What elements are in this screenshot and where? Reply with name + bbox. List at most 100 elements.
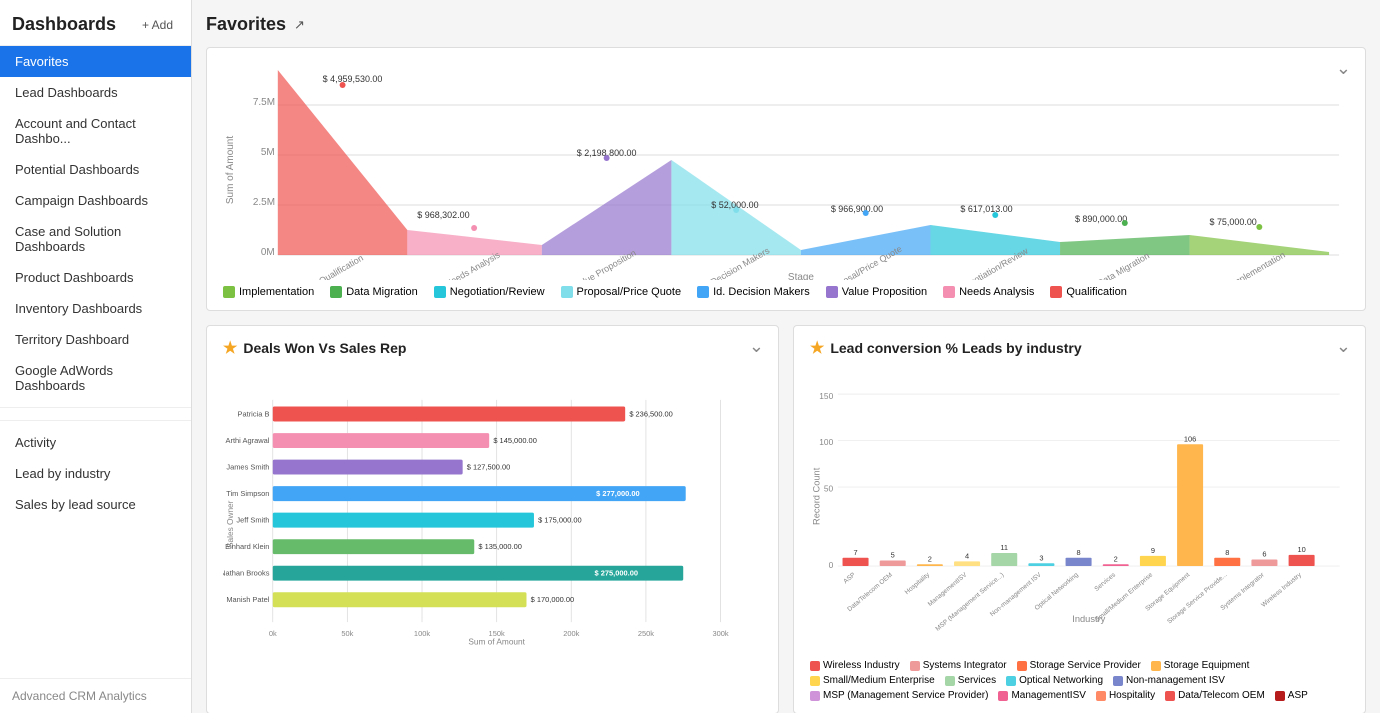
sidebar-divider2 (0, 420, 191, 421)
svg-text:$ 4,959,530.00: $ 4,959,530.00 (323, 74, 383, 84)
funnel-card: ⌄ Sum of Amount 0M 2.5M 5M 7.5M (206, 47, 1366, 311)
funnel-chart: Sum of Amount 0M 2.5M 5M 7.5M (223, 60, 1349, 280)
lc-legend-item: Hospitality (1096, 690, 1155, 701)
lc-legend-item: Non-management ISV (1113, 675, 1225, 686)
svg-text:150: 150 (819, 391, 833, 401)
svg-text:$ 966,900.00: $ 966,900.00 (831, 204, 883, 214)
svg-text:Sum of Amount: Sum of Amount (468, 637, 525, 647)
sidebar: Dashboards + Add FavoritesLead Dashboard… (0, 0, 192, 713)
deals-card: ★ Deals Won Vs Sales Rep ⌄ Sales Owner 0… (206, 325, 779, 713)
svg-text:Sales Owner: Sales Owner (225, 500, 235, 548)
svg-text:Patricia B: Patricia B (238, 409, 270, 418)
sidebar-item-product[interactable]: Product Dashboards (0, 262, 191, 293)
deals-collapse-icon[interactable]: ⌄ (749, 336, 764, 357)
lead-conv-star-icon: ★ (810, 338, 824, 358)
sidebar-item-inventory[interactable]: Inventory Dashboards (0, 293, 191, 324)
svg-text:Qualification: Qualification (317, 253, 365, 280)
svg-text:$ 275,000.00: $ 275,000.00 (594, 569, 638, 578)
external-link-icon[interactable]: ↗ (294, 17, 305, 33)
svg-text:11: 11 (1000, 543, 1008, 552)
svg-text:Hospitality: Hospitality (904, 571, 932, 596)
svg-text:Manish Patel: Manish Patel (226, 595, 269, 604)
svg-text:$ 145,000.00: $ 145,000.00 (493, 436, 537, 445)
legend-item-qualification: Qualification (1050, 286, 1127, 298)
deals-title-text: Deals Won Vs Sales Rep (243, 340, 406, 356)
svg-text:2: 2 (928, 554, 932, 563)
legend-item-id.-decision-makers: Id. Decision Makers (697, 286, 810, 298)
svg-text:James Smith: James Smith (226, 463, 269, 472)
page-title: Favorites (206, 14, 286, 35)
lc-legend-item: Data/Telecom OEM (1165, 690, 1265, 701)
sidebar-item-sales-lead-source[interactable]: Sales by lead source (0, 489, 191, 520)
svg-text:Sum of Amount: Sum of Amount (225, 136, 236, 205)
sidebar-item-case-solution[interactable]: Case and Solution Dashboards (0, 216, 191, 262)
deals-chart: Sales Owner 0k 50k 100k 150k 200k 250k 3… (223, 366, 762, 666)
lead-conv-chart: Record Count 150 100 50 0 7 (810, 366, 1349, 656)
svg-text:106: 106 (1184, 435, 1196, 444)
sidebar-nav: FavoritesLead DashboardsAccount and Cont… (0, 46, 191, 401)
lc-legend-item: ManagementISV (998, 690, 1086, 701)
lead-conv-legend: Wireless Industry Systems Integrator Stora… (810, 660, 1349, 701)
svg-text:$ 175,000.00: $ 175,000.00 (538, 516, 582, 525)
svg-text:0k: 0k (269, 629, 277, 638)
svg-text:Nathan Brooks: Nathan Brooks (223, 569, 270, 578)
sidebar-section2: ActivityLead by industrySales by lead so… (0, 414, 191, 520)
sidebar-item-territory[interactable]: Territory Dashboard (0, 324, 191, 355)
sidebar-item-potential[interactable]: Potential Dashboards (0, 154, 191, 185)
funnel-legend: ImplementationData MigrationNegotiation/… (223, 286, 1349, 298)
legend-item-implementation: Implementation (223, 286, 314, 298)
svg-text:6: 6 (1262, 550, 1266, 559)
svg-text:8: 8 (1225, 548, 1229, 557)
svg-text:50k: 50k (341, 629, 353, 638)
sidebar-item-google-adwords[interactable]: Google AdWords Dashboards (0, 355, 191, 401)
svg-text:0M: 0M (261, 247, 275, 258)
add-dashboard-button[interactable]: + Add (136, 16, 179, 34)
sidebar-item-activity[interactable]: Activity (0, 427, 191, 458)
svg-text:4: 4 (965, 552, 969, 561)
svg-text:0: 0 (829, 560, 834, 570)
svg-text:MSP (Management Service...): MSP (Management Service...) (934, 572, 1005, 633)
sidebar-item-favorites[interactable]: Favorites (0, 46, 191, 77)
svg-text:$ 968,302.00: $ 968,302.00 (417, 210, 469, 220)
svg-text:300k: 300k (712, 629, 728, 638)
svg-text:$ 236,500.00: $ 236,500.00 (629, 409, 673, 418)
svg-text:Tim Simpson: Tim Simpson (226, 489, 269, 498)
sidebar-footer: Advanced CRM Analytics (0, 678, 191, 713)
svg-text:8: 8 (1077, 548, 1081, 557)
svg-text:Storage Service Provide...: Storage Service Provide... (1166, 571, 1228, 625)
svg-text:$ 617,013.00: $ 617,013.00 (960, 204, 1012, 214)
svg-text:$ 75,000.00: $ 75,000.00 (1209, 217, 1256, 227)
legend-item-value-proposition: Value Proposition (826, 286, 927, 298)
lead-conv-collapse-icon[interactable]: ⌄ (1336, 336, 1351, 357)
deals-card-title: ★ Deals Won Vs Sales Rep (223, 338, 762, 358)
main-content: Favorites ↗ ⌄ Sum of Amount 0M 2.5M 5M 7… (192, 0, 1380, 713)
svg-text:5: 5 (891, 551, 895, 560)
svg-text:200k: 200k (563, 629, 579, 638)
lc-legend-item: Services (945, 675, 996, 686)
lc-legend-item: Wireless Industry (810, 660, 900, 671)
svg-text:Record Count: Record Count (811, 467, 821, 525)
svg-text:250k: 250k (638, 629, 654, 638)
legend-item-negotiation/review: Negotiation/Review (434, 286, 545, 298)
svg-text:$ 890,000.00: $ 890,000.00 (1075, 214, 1127, 224)
lead-conv-card-title: ★ Lead conversion % Leads by industry (810, 338, 1349, 358)
svg-text:$ 277,000.00: $ 277,000.00 (596, 489, 640, 498)
svg-text:5M: 5M (261, 147, 275, 158)
lead-conv-title-text: Lead conversion % Leads by industry (830, 340, 1081, 356)
sidebar-item-lead-industry[interactable]: Lead by industry (0, 458, 191, 489)
lc-legend-item: Storage Service Provider (1017, 660, 1141, 671)
sidebar-header: Dashboards + Add (0, 0, 191, 46)
sidebar-item-account-contact[interactable]: Account and Contact Dashbo... (0, 108, 191, 154)
sidebar-item-campaign[interactable]: Campaign Dashboards (0, 185, 191, 216)
svg-text:Einhard Klein: Einhard Klein (225, 542, 269, 551)
svg-text:9: 9 (1151, 546, 1155, 555)
svg-text:Arthi Agrawal: Arthi Agrawal (226, 436, 270, 445)
svg-text:2: 2 (1114, 554, 1118, 563)
legend-item-proposal/price-quote: Proposal/Price Quote (561, 286, 682, 298)
lc-legend-item: Systems Integrator (910, 660, 1007, 671)
sidebar-item-lead-dashboards[interactable]: Lead Dashboards (0, 77, 191, 108)
svg-text:ASP: ASP (842, 572, 856, 586)
svg-text:2.5M: 2.5M (253, 197, 275, 208)
svg-text:100k: 100k (414, 629, 430, 638)
svg-text:Services: Services (1093, 571, 1117, 593)
